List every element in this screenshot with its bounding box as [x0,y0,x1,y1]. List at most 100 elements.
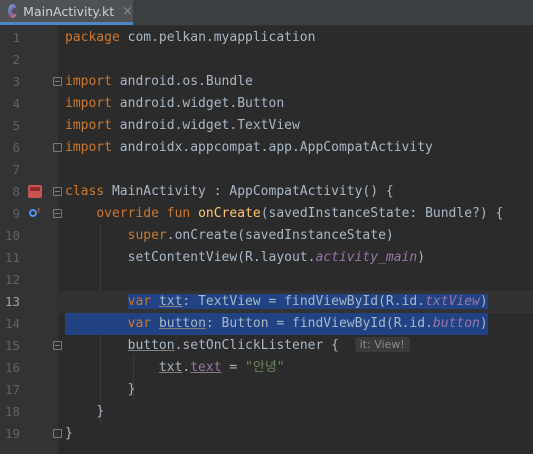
listener-call: .setOnClickListener { [174,338,339,353]
selected-text[interactable]: var button: Button = findViewById(R.id.b… [65,313,488,335]
line-number: 3 [12,74,20,89]
id-ref: txtView [425,294,480,309]
import-path: android.widget.TextView [111,118,300,133]
package-name: com.pelkan.myapplication [119,30,316,45]
inlay-hint: it: View! [354,337,410,352]
code-line: 6 import androidx.appcompat.app.AppCompa… [0,137,533,159]
id-ref: button [432,316,480,331]
code-text: super.onCreate(savedInstanceState) [65,225,394,247]
code-line: 4 import android.widget.Button [0,93,533,115]
declaration: : Button = findViewById(R.id. [205,316,433,331]
line-number: 17 [4,382,20,397]
line-number: 1 [12,30,20,45]
import-path: androidx.appcompat.app.AppCompatActivity [111,140,433,155]
line-number: 16 [4,360,20,375]
code-line: 3 import android.os.Bundle [0,71,533,93]
brace: } [127,382,136,397]
super-call: .onCreate(savedInstanceState) [166,228,394,243]
keyword: super [127,228,167,243]
line-number: 8 [12,184,20,199]
code-line: 7 [0,159,533,181]
keyword: import [65,118,112,133]
code-line: 17 } [0,379,533,401]
code-line: 2 [0,49,533,71]
code-line: 5 import android.widget.TextView [0,115,533,137]
keyword: class [65,184,105,199]
code-text: import androidx.appcompat.app.AppCompatA… [65,137,433,159]
keyword: import [65,140,112,155]
string-literal: "안녕" [245,360,285,375]
layout-ref: activity_main [315,250,418,265]
paren: ) [417,250,426,265]
editor-tab-bar: MainActivity.kt × [0,0,533,26]
code-text: import android.widget.Button [65,93,284,115]
code-line: 14 var button: Button = findViewById(R.i… [0,313,533,335]
variable-ref: button [127,338,175,353]
brace: } [96,404,105,419]
code-text: } [65,423,73,445]
code-line: 9 ↑ override fun onCreate(savedInstanceS… [0,203,533,225]
code-text: package com.pelkan.myapplication [65,27,315,49]
line-number: 7 [12,162,20,177]
code-line: 19 } [0,423,533,445]
keyword: import [65,74,112,89]
code-text: class MainActivity : AppCompatActivity()… [65,181,394,203]
line-number: 9 [12,206,20,221]
code-line: 8 class MainActivity : AppCompatActivity… [0,181,533,203]
line-number: 19 [4,426,20,441]
code-line: 18 } [0,401,533,423]
code-text: override fun onCreate(savedInstanceState… [65,203,503,225]
code-text: } [65,379,136,401]
assign-op: = [221,360,246,375]
tab-label: MainActivity.kt [23,3,115,19]
brace: } [65,426,73,441]
class-declaration: MainActivity : AppCompatActivity() { [104,184,394,199]
fold-toggle-icon[interactable] [53,187,62,196]
code-line: 11 setContentView(R.layout.activity_main… [0,247,533,269]
line-number: 5 [12,118,20,133]
variable-name: txt [158,294,183,309]
fold-end-icon[interactable] [53,143,62,152]
keyword: fun [166,206,191,221]
line-number: 4 [12,96,20,111]
line-number: 13 [4,294,20,309]
fold-toggle-icon[interactable] [53,341,62,350]
close-icon[interactable]: × [122,4,133,19]
code-text: var txt: TextView = findViewById(R.id.tx… [65,291,488,313]
tab-mainactivity[interactable]: MainActivity.kt × [0,0,133,25]
set-content-call: setContentView(R.layout. [127,250,316,265]
code-text: setContentView(R.layout.activity_main) [65,247,425,269]
code-text: txt.text = "안녕" [158,360,285,375]
paren: ) [479,294,488,309]
declaration: : TextView = findViewById(R.id. [182,294,426,309]
params: (savedInstanceState: Bundle?) { [260,206,504,221]
code-text: import android.widget.TextView [65,115,300,137]
code-text: import android.os.Bundle [65,71,253,93]
line-number: 11 [4,250,20,265]
keyword: override [96,206,159,221]
variable-name: button [158,316,206,331]
activity-layout-icon[interactable] [28,185,42,198]
line-number: 15 [4,338,20,353]
line-number: 10 [4,228,20,243]
line-number: 18 [4,404,20,419]
line-number: 12 [4,272,20,287]
property-ref: text [190,360,222,375]
code-line: 10 super.onCreate(savedInstanceState) [0,225,533,247]
fold-toggle-icon[interactable] [53,209,62,218]
line-number: 14 [4,316,20,331]
override-method-icon[interactable]: ↑ [28,207,42,220]
kotlin-file-icon [8,4,19,18]
fold-end-icon[interactable] [53,429,62,438]
code-line: 1 package com.pelkan.myapplication [0,27,533,49]
function-name: onCreate [198,206,261,221]
code-line-current: 13 var txt: TextView = findViewById(R.id… [0,291,533,313]
code-line: 12 [0,269,533,291]
keyword: var [127,316,152,331]
variable-ref: txt [158,360,183,375]
fold-toggle-icon[interactable] [53,77,62,86]
keyword: package [65,30,120,45]
line-number: 6 [12,140,20,155]
selected-text[interactable]: var txt: TextView = findViewById(R.id.tx… [127,294,488,309]
code-text: button.setOnClickListener { it: View! [65,335,410,357]
